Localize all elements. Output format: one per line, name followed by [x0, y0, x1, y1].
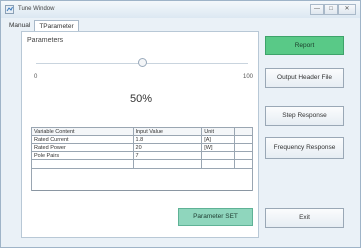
- table-row[interactable]: Rated Power 20 [W]: [31, 143, 253, 153]
- maximize-button[interactable]: □: [324, 4, 338, 15]
- slider-max-label: 100: [243, 74, 254, 80]
- frequency-response-button[interactable]: Frequency Response: [265, 137, 344, 159]
- app-icon: [5, 5, 14, 14]
- cell-unit: [W]: [201, 143, 236, 153]
- cell-input-value[interactable]: 1.8: [132, 134, 203, 145]
- cell-unit: [A]: [201, 134, 236, 145]
- cell-blank: [234, 134, 253, 145]
- slider-min-label: 0: [34, 74, 38, 80]
- parameter-grid: Variable Content Input Value Unit Rated …: [31, 127, 253, 191]
- tab-manual[interactable]: Manual: [5, 20, 34, 31]
- window-controls: — □ ✕: [310, 4, 356, 15]
- close-button[interactable]: ✕: [338, 4, 356, 15]
- cell-variable: Rated Current: [31, 134, 134, 145]
- cell-variable: Rated Power: [31, 143, 134, 153]
- title-bar[interactable]: Tune Window — □ ✕: [1, 1, 360, 18]
- exit-button[interactable]: Exit: [265, 208, 344, 228]
- column-header-variable: Variable Content: [31, 127, 134, 136]
- table-empty-space: [31, 167, 253, 191]
- parameters-label: Parameters: [27, 37, 64, 44]
- parameter-set-button[interactable]: Parameter SET: [178, 208, 253, 226]
- column-header-input-value: Input Value: [132, 127, 203, 136]
- cell-variable: Pole Pairs: [31, 151, 134, 161]
- table-row[interactable]: Pole Pairs 7: [31, 151, 253, 161]
- column-header-blank: [234, 127, 253, 136]
- output-header-file-button[interactable]: Output Header File: [265, 68, 344, 88]
- percent-readout: 50%: [129, 93, 153, 105]
- report-button[interactable]: Report: [265, 36, 344, 55]
- tune-window: Tune Window — □ ✕ Manual TParameter Para…: [0, 0, 361, 248]
- cell-input-value[interactable]: 20: [132, 143, 203, 153]
- cell-blank: [234, 151, 253, 161]
- table-row-empty[interactable]: [31, 159, 253, 169]
- tparameter-panel: Parameters 0 100 50% Variable Content In…: [21, 31, 259, 238]
- tab-strip: Manual TParameter: [5, 20, 79, 32]
- cell-empty: [201, 159, 236, 169]
- window-title: Tune Window: [18, 6, 55, 12]
- cell-blank: [234, 143, 253, 153]
- cell-input-value[interactable]: 7: [132, 151, 203, 161]
- step-response-button[interactable]: Step Response: [265, 106, 344, 126]
- column-header-unit: Unit: [201, 127, 236, 136]
- grid-blank-area: [31, 167, 253, 191]
- slider-thumb[interactable]: [138, 58, 147, 67]
- minimize-button[interactable]: —: [310, 4, 324, 15]
- cell-empty: [31, 159, 134, 169]
- table-row[interactable]: Rated Current 1.8 [A]: [31, 134, 253, 145]
- cell-empty: [234, 159, 253, 169]
- cell-empty[interactable]: [132, 159, 203, 169]
- cell-unit: [201, 151, 236, 161]
